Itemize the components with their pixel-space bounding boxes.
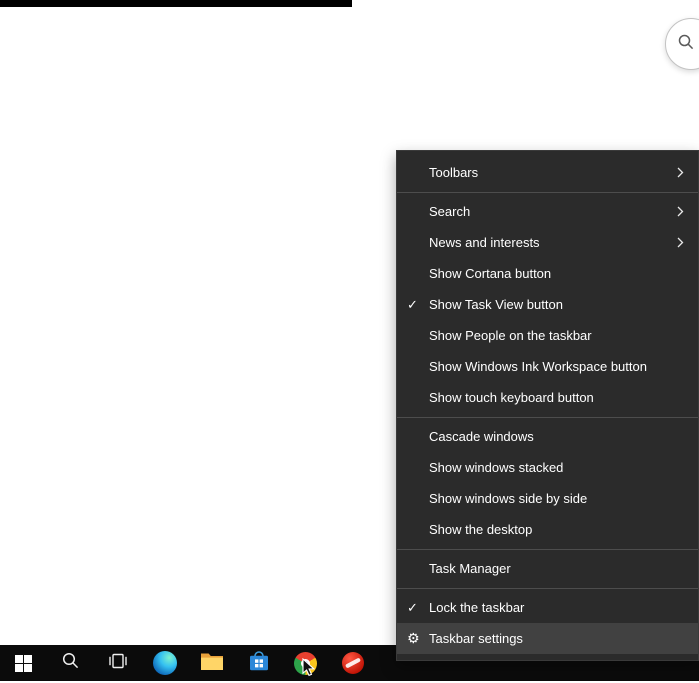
menu-separator bbox=[397, 192, 698, 193]
menu-item-cascade-windows[interactable]: Cascade windows bbox=[397, 421, 698, 452]
menu-item-label: Task Manager bbox=[429, 561, 684, 576]
menu-item-label: Show Cortana button bbox=[429, 266, 684, 281]
start-button[interactable] bbox=[0, 645, 47, 681]
menu-item-label: Cascade windows bbox=[429, 429, 684, 444]
taskbar-edge-button[interactable] bbox=[141, 645, 188, 681]
menu-item-label: Show windows side by side bbox=[429, 491, 684, 506]
top-edge-strip bbox=[0, 0, 352, 7]
windows-logo-icon bbox=[15, 655, 32, 672]
menu-item-label: Show People on the taskbar bbox=[429, 328, 684, 343]
submenu-chevron-icon bbox=[677, 237, 684, 248]
menu-item-label: Show Windows Ink Workspace button bbox=[429, 359, 684, 374]
menu-item-label: Show the desktop bbox=[429, 522, 684, 537]
task-view-icon bbox=[108, 653, 128, 674]
checkmark-icon: ✓ bbox=[407, 297, 429, 313]
submenu-chevron-icon bbox=[677, 167, 684, 178]
folder-icon bbox=[200, 651, 224, 676]
menu-item-show-people-on-taskbar[interactable]: Show People on the taskbar bbox=[397, 320, 698, 351]
menu-item-taskbar-settings[interactable]: ⚙ Taskbar settings bbox=[397, 623, 698, 654]
store-icon bbox=[249, 649, 269, 677]
menu-item-show-windows-stacked[interactable]: Show windows stacked bbox=[397, 452, 698, 483]
menu-item-show-windows-side-by-side[interactable]: Show windows side by side bbox=[397, 483, 698, 514]
menu-item-task-manager[interactable]: Task Manager bbox=[397, 553, 698, 584]
menu-separator bbox=[397, 417, 698, 418]
menu-item-label: Taskbar settings bbox=[429, 631, 684, 646]
checkmark-icon: ✓ bbox=[407, 600, 429, 616]
taskbar-search-button[interactable] bbox=[47, 645, 94, 681]
taskbar-store-button[interactable] bbox=[235, 645, 282, 681]
taskbar-red-app-button[interactable] bbox=[329, 645, 376, 681]
mouse-cursor-icon bbox=[302, 658, 316, 683]
menu-item-label: Show windows stacked bbox=[429, 460, 684, 475]
menu-item-show-windows-ink-workspace-button[interactable]: Show Windows Ink Workspace button bbox=[397, 351, 698, 382]
edge-icon bbox=[153, 651, 177, 675]
menu-item-label: Lock the taskbar bbox=[429, 600, 684, 615]
taskbar-context-menu: Toolbars Search News and interests Show … bbox=[396, 150, 699, 661]
search-icon bbox=[677, 33, 695, 56]
search-icon bbox=[61, 651, 80, 675]
menu-item-label: News and interests bbox=[429, 235, 677, 250]
menu-separator bbox=[397, 588, 698, 589]
menu-item-label: Show touch keyboard button bbox=[429, 390, 684, 405]
menu-item-label: Toolbars bbox=[429, 165, 677, 180]
red-app-icon bbox=[342, 652, 364, 674]
menu-separator bbox=[397, 549, 698, 550]
menu-item-label: Show Task View button bbox=[429, 297, 684, 312]
task-view-button[interactable] bbox=[94, 645, 141, 681]
menu-item-show-the-desktop[interactable]: Show the desktop bbox=[397, 514, 698, 545]
menu-item-show-cortana-button[interactable]: Show Cortana button bbox=[397, 258, 698, 289]
taskbar-file-explorer-button[interactable] bbox=[188, 645, 235, 681]
menu-item-lock-the-taskbar[interactable]: ✓ Lock the taskbar bbox=[397, 592, 698, 623]
menu-item-label: Search bbox=[429, 204, 677, 219]
menu-item-show-task-view-button[interactable]: ✓ Show Task View button bbox=[397, 289, 698, 320]
gear-icon: ⚙ bbox=[407, 630, 429, 647]
menu-item-search[interactable]: Search bbox=[397, 196, 698, 227]
menu-item-toolbars[interactable]: Toolbars bbox=[397, 157, 698, 188]
menu-item-show-touch-keyboard-button[interactable]: Show touch keyboard button bbox=[397, 382, 698, 413]
menu-item-news-and-interests[interactable]: News and interests bbox=[397, 227, 698, 258]
submenu-chevron-icon bbox=[677, 206, 684, 217]
